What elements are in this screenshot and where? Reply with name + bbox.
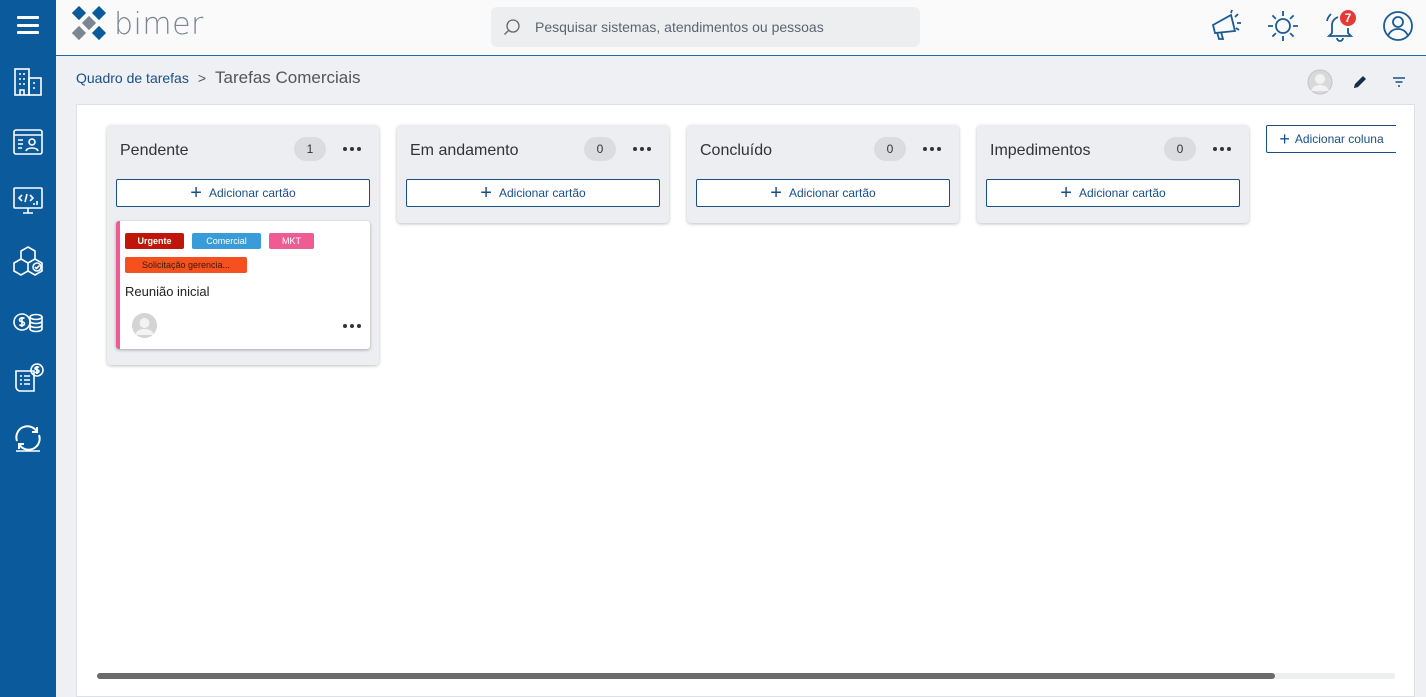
more-horizontal-icon xyxy=(633,147,651,151)
search-input[interactable] xyxy=(535,19,905,35)
sidebar xyxy=(0,0,56,697)
board-members-avatar[interactable] xyxy=(1307,69,1333,95)
add-card-button[interactable]: + Adicionar cartão xyxy=(696,179,950,207)
sidebar-item-buildings[interactable] xyxy=(0,60,56,104)
add-column-button[interactable]: + Adicionar coluna xyxy=(1266,125,1396,153)
pencil-icon xyxy=(1354,76,1366,88)
card-menu-button[interactable] xyxy=(340,319,364,333)
tag-mkt[interactable]: MKT xyxy=(269,233,314,249)
avatar-icon xyxy=(1307,69,1333,95)
column-card-count: 0 xyxy=(584,137,616,161)
add-card-label: Adicionar cartão xyxy=(498,186,586,200)
bimer-logo[interactable]: bimer xyxy=(72,6,204,42)
monitor-code-icon xyxy=(13,187,43,214)
user-circle-icon xyxy=(1383,11,1413,41)
add-card-label: Adicionar cartão xyxy=(1078,186,1166,200)
column-impedimentos: Impedimentos 0 + Adicionar cartão xyxy=(977,125,1249,223)
column-menu-button[interactable] xyxy=(629,137,655,161)
task-card[interactable]: Urgente Comercial MKT Solicitação gerenc… xyxy=(116,221,370,349)
filter-icon xyxy=(1393,77,1405,87)
megaphone-icon xyxy=(1211,9,1241,40)
announcements-button[interactable] xyxy=(1206,6,1246,46)
plus-icon: + xyxy=(1060,182,1072,204)
breadcrumb-separator: > xyxy=(197,70,207,86)
sidebar-item-id-card[interactable] xyxy=(0,120,56,164)
column-menu-button[interactable] xyxy=(1209,137,1235,161)
card-assignee-avatar[interactable] xyxy=(132,313,157,338)
sun-icon xyxy=(1268,11,1298,41)
search-box[interactable] xyxy=(491,7,920,47)
sidebar-item-monitor[interactable] xyxy=(0,178,56,222)
column-title: Pendente xyxy=(120,142,189,159)
sidebar-item-coins[interactable] xyxy=(0,298,56,342)
coins-icon xyxy=(13,313,43,333)
tag-solicitacao[interactable]: Solicitação gerencia... xyxy=(125,257,247,273)
cubes-icon xyxy=(13,246,43,276)
hamburger-menu-button[interactable] xyxy=(0,0,56,50)
column-card-count: 1 xyxy=(294,137,326,161)
add-card-label: Adicionar cartão xyxy=(208,186,296,200)
scrollbar-thumb[interactable] xyxy=(97,673,1275,679)
more-horizontal-icon xyxy=(343,147,361,151)
sidebar-item-cubes[interactable] xyxy=(0,238,56,282)
horizontal-scrollbar[interactable] xyxy=(97,673,1395,679)
id-card-icon xyxy=(13,129,43,155)
plus-icon: + xyxy=(770,182,782,204)
tag-urgente[interactable]: Urgente xyxy=(125,233,184,249)
hamburger-icon xyxy=(17,16,39,34)
breadcrumb: Quadro de tarefas > Tarefas Comerciais xyxy=(76,68,361,88)
column-title: Impedimentos xyxy=(990,142,1091,159)
column-title: Em andamento xyxy=(410,142,519,159)
filter-button[interactable] xyxy=(1386,69,1412,95)
add-card-button[interactable]: + Adicionar cartão xyxy=(986,179,1240,207)
column-card-count: 0 xyxy=(1164,137,1196,161)
search-icon xyxy=(504,19,520,35)
buildings-icon xyxy=(14,68,42,96)
add-card-label: Adicionar cartão xyxy=(788,186,876,200)
add-card-button[interactable]: + Adicionar cartão xyxy=(406,179,660,207)
plus-icon: + xyxy=(190,182,202,204)
breadcrumb-parent-link[interactable]: Quadro de tarefas xyxy=(76,70,189,86)
user-profile-button[interactable] xyxy=(1378,6,1418,46)
column-menu-button[interactable] xyxy=(339,137,365,161)
column-em-andamento: Em andamento 0 + Adicionar cartão xyxy=(397,125,669,223)
bimer-logo-icon xyxy=(72,6,107,41)
tag-comercial[interactable]: Comercial xyxy=(192,233,261,249)
column-card-count: 0 xyxy=(874,137,906,161)
notifications-button[interactable]: 7 xyxy=(1320,6,1360,46)
column-pendente: Pendente 1 + Adicionar cartão Urgente Com… xyxy=(107,125,379,365)
avatar-icon xyxy=(132,313,157,338)
more-horizontal-icon xyxy=(343,324,361,328)
sidebar-item-invoice[interactable] xyxy=(0,356,56,400)
column-concluido: Concluído 0 + Adicionar cartão xyxy=(687,125,959,223)
top-bar: bimer 7 xyxy=(56,0,1426,56)
add-card-button[interactable]: + Adicionar cartão xyxy=(116,179,370,207)
sidebar-item-sync[interactable] xyxy=(0,416,56,460)
column-title: Concluído xyxy=(700,142,773,159)
more-horizontal-icon xyxy=(923,147,941,151)
theme-button[interactable] xyxy=(1263,6,1303,46)
page-title: Tarefas Comerciais xyxy=(215,68,361,87)
notification-count-badge: 7 xyxy=(1338,8,1358,28)
sync-icon xyxy=(15,425,41,452)
kanban-board: Pendente 1 + Adicionar cartão Urgente Com… xyxy=(76,104,1415,697)
invoice-icon xyxy=(15,363,44,392)
add-column-label: Adicionar coluna xyxy=(1294,132,1384,146)
plus-icon: + xyxy=(480,182,492,204)
more-horizontal-icon xyxy=(1213,147,1231,151)
column-menu-button[interactable] xyxy=(919,137,945,161)
brand-name: bimer xyxy=(114,6,204,42)
edit-board-button[interactable] xyxy=(1347,69,1373,95)
plus-icon: + xyxy=(1279,128,1290,149)
card-title: Reunião inicial xyxy=(125,284,210,299)
